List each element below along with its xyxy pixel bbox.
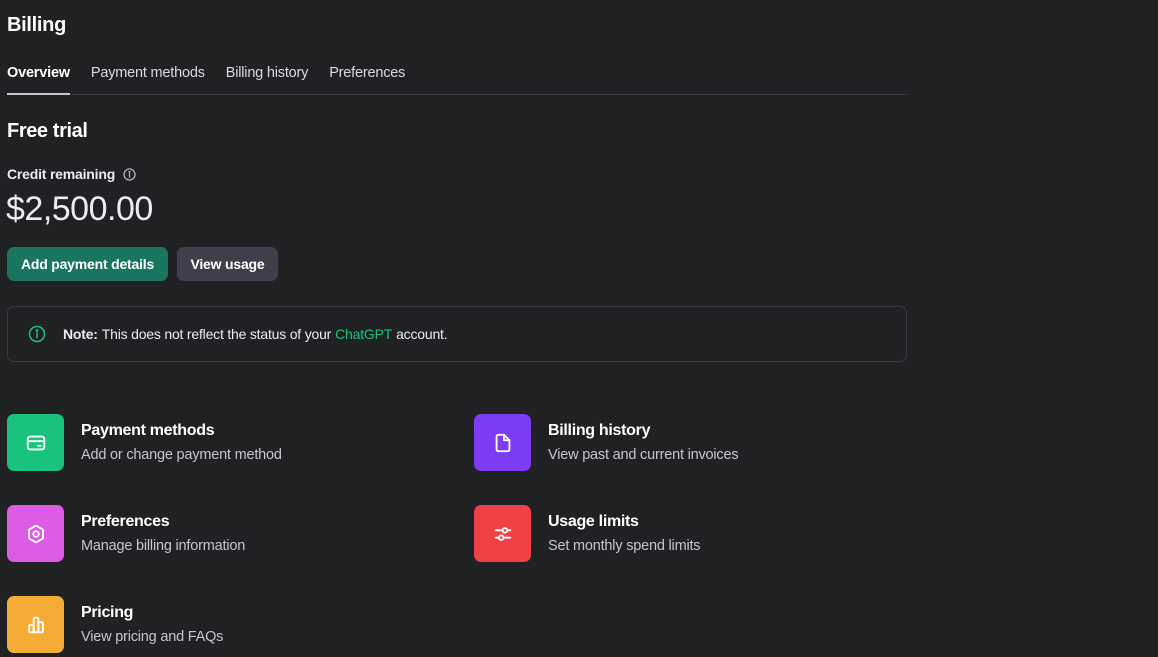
card-description: View pricing and FAQs (81, 629, 224, 645)
card-title: Pricing (81, 604, 134, 621)
credit-label-row: Credit remaining (7, 166, 136, 182)
billing-page: Billing Overview Payment methods Billing… (0, 0, 1158, 657)
card-title: Payment methods (81, 422, 215, 439)
card-payment-methods[interactable]: Payment methods Add or change payment me… (7, 414, 282, 471)
card-billing-history[interactable]: Billing history View past and current in… (474, 414, 739, 471)
settings-icon (7, 505, 64, 562)
chatgpt-link[interactable]: ChatGPT (335, 326, 392, 342)
card-title: Preferences (81, 513, 170, 530)
tab-preferences[interactable]: Preferences (329, 63, 405, 95)
card-description: View past and current invoices (548, 447, 739, 463)
card-description: Set monthly spend limits (548, 538, 701, 554)
card-title: Billing history (548, 422, 651, 439)
card-pricing[interactable]: Pricing View pricing and FAQs (7, 596, 223, 653)
bar-chart-icon (7, 596, 64, 653)
tab-overview[interactable]: Overview (7, 63, 70, 95)
credit-card-icon (7, 414, 64, 471)
page-title: Billing (7, 14, 67, 36)
billing-tabs: Overview Payment methods Billing history… (7, 63, 907, 95)
credit-amount: $2,500.00 (6, 190, 153, 228)
status-note: Note: This does not reflect the status o… (7, 306, 907, 362)
sliders-icon (474, 505, 531, 562)
tab-payment-methods[interactable]: Payment methods (91, 63, 205, 95)
plan-title: Free trial (7, 120, 88, 142)
credit-label: Credit remaining (7, 166, 116, 182)
note-text: This does not reflect the status of your (101, 326, 332, 342)
document-icon (474, 414, 531, 471)
info-icon[interactable] (123, 167, 136, 181)
card-usage-limits[interactable]: Usage limits Set monthly spend limits (474, 505, 701, 562)
view-usage-button[interactable]: View usage (177, 247, 278, 281)
tab-billing-history[interactable]: Billing history (226, 63, 309, 95)
card-title: Usage limits (548, 513, 639, 530)
card-description: Manage billing information (81, 538, 246, 554)
card-description: Add or change payment method (81, 447, 282, 463)
add-payment-details-button[interactable]: Add payment details (7, 247, 168, 281)
note-text-end: account. (396, 326, 448, 342)
note-prefix: Note: (63, 326, 98, 342)
card-preferences[interactable]: Preferences Manage billing information (7, 505, 245, 562)
info-icon (28, 325, 46, 343)
